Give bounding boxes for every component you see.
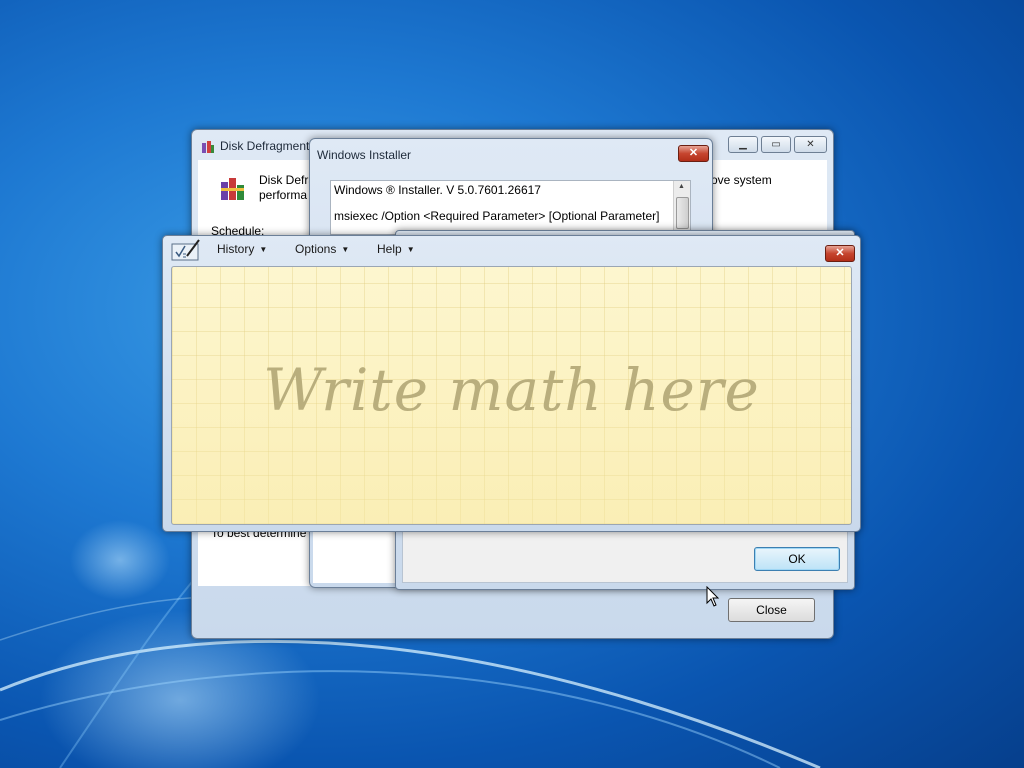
options-menu-label: Options [295,242,337,256]
scroll-up-icon[interactable]: ▲ [678,183,685,190]
close-dialog-button[interactable]: Close [728,598,815,622]
ok-button[interactable]: OK [754,547,840,571]
installer-text-area: Windows ® Installer. V 5.0.7601.26617 ms… [330,180,691,235]
disk-defrag-app-icon [202,141,214,153]
write-math-hint: Write math here [263,355,760,424]
math-input-panel-window: History ▼ Options ▼ Help ▼ ✕ Write math … [162,235,861,532]
maximize-button[interactable]: ▭ [761,136,791,153]
chevron-down-icon: ▼ [259,244,268,254]
installer-title: Windows Installer [317,148,412,162]
math-panel-icon [171,239,200,261]
installer-version-line: Windows ® Installer. V 5.0.7601.26617 [334,183,541,197]
chevron-down-icon: ▼ [406,244,415,254]
defrag-desc-line1: Disk Defra [259,173,316,187]
defrag-desc-right: ove system [711,173,772,187]
close-button[interactable]: ✕ [794,136,827,153]
minimize-icon: ▁ [739,138,747,150]
help-menu[interactable]: Help ▼ [377,242,415,256]
disk-defrag-title: Disk Defragment [220,139,310,153]
close-icon: ✕ [806,138,815,150]
mouse-cursor-icon [706,586,720,607]
chevron-down-icon: ▼ [341,244,350,254]
installer-scrollbar[interactable]: ▲ [673,181,690,234]
installer-close-button[interactable]: ✕ [678,145,709,162]
minimize-button[interactable]: ▁ [728,136,758,153]
help-menu-label: Help [377,242,402,256]
options-menu[interactable]: Options ▼ [295,242,349,256]
history-menu-label: History [217,242,255,256]
defrag-desc-line2: performa [259,188,308,202]
defrag-large-icon [221,178,244,200]
history-menu[interactable]: History ▼ [217,242,267,256]
installer-usage-line: msiexec /Option <Required Parameter> [Op… [334,209,660,223]
close-icon: ✕ [688,147,699,159]
math-panel-close-button[interactable]: ✕ [825,245,855,262]
close-icon: ✕ [835,247,845,259]
maximize-icon: ▭ [771,138,781,150]
scrollbar-thumb[interactable] [676,197,689,229]
math-writing-area[interactable]: Write math here [171,266,852,525]
